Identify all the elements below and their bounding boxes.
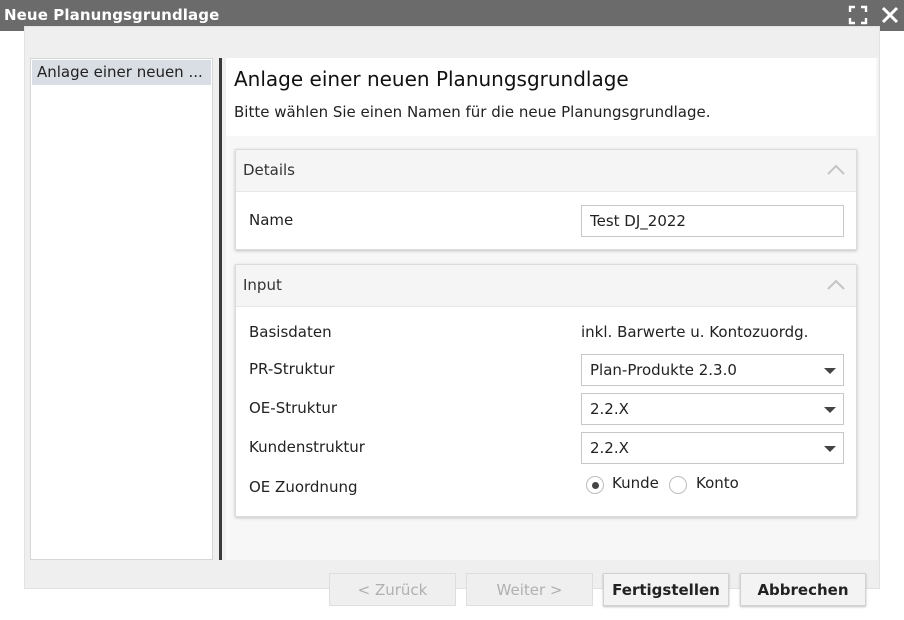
name-label: Name	[249, 211, 294, 229]
oe-zuordnung-label: OE Zuordnung	[249, 478, 358, 496]
close-icon[interactable]	[880, 5, 900, 25]
window-title: Neue Planungsgrundlage	[4, 6, 220, 24]
basisdaten-label: Basisdaten	[249, 323, 332, 341]
pr-struktur-select[interactable]: Plan-Produkte 2.3.0	[581, 354, 844, 386]
page-title: Anlage einer neuen Planungsgrundlage	[234, 67, 629, 91]
maximize-icon[interactable]	[848, 5, 868, 25]
finish-button[interactable]: Fertigstellen	[603, 573, 729, 606]
caret-down-icon	[824, 407, 836, 413]
oe-struktur-value: 2.2.X	[590, 400, 629, 418]
pr-struktur-label: PR-Struktur	[249, 360, 335, 378]
details-section: Details Name	[235, 149, 857, 250]
chevron-up-icon[interactable]	[826, 163, 846, 177]
kundenstruktur-select[interactable]: 2.2.X	[581, 432, 844, 464]
radio-kunde-label[interactable]: Kunde	[612, 474, 659, 492]
name-input[interactable]	[581, 205, 844, 237]
panel-divider[interactable]	[219, 58, 222, 560]
radio-konto[interactable]	[669, 476, 687, 494]
oe-struktur-select[interactable]: 2.2.X	[581, 393, 844, 425]
oe-struktur-label: OE-Struktur	[249, 399, 338, 417]
basisdaten-value: inkl. Barwerte u. Kontozuordg.	[581, 323, 809, 341]
wizard-step-item[interactable]: Anlage einer neuen ...	[32, 60, 211, 85]
radio-kunde[interactable]	[586, 476, 604, 494]
pr-struktur-value: Plan-Produkte 2.3.0	[590, 361, 737, 379]
input-section-header[interactable]: Input	[236, 265, 856, 307]
chevron-up-icon[interactable]	[826, 278, 846, 292]
cancel-button[interactable]: Abbrechen	[740, 573, 866, 606]
radio-konto-label[interactable]: Konto	[696, 474, 739, 492]
kundenstruktur-value: 2.2.X	[590, 439, 629, 457]
details-section-header[interactable]: Details	[236, 150, 856, 192]
back-button[interactable]: < Zurück	[329, 573, 456, 606]
wizard-steps-panel: Anlage einer neuen ...	[30, 58, 213, 560]
input-section-title: Input	[243, 276, 282, 294]
details-section-title: Details	[243, 161, 296, 179]
caret-down-icon	[824, 368, 836, 374]
page-subtitle: Bitte wählen Sie einen Namen für die neu…	[234, 103, 711, 121]
caret-down-icon	[824, 446, 836, 452]
input-section: Input Basisdaten inkl. Barwerte u. Konto…	[235, 264, 857, 517]
kundenstruktur-label: Kundenstruktur	[249, 438, 365, 456]
next-button[interactable]: Weiter >	[466, 573, 593, 606]
